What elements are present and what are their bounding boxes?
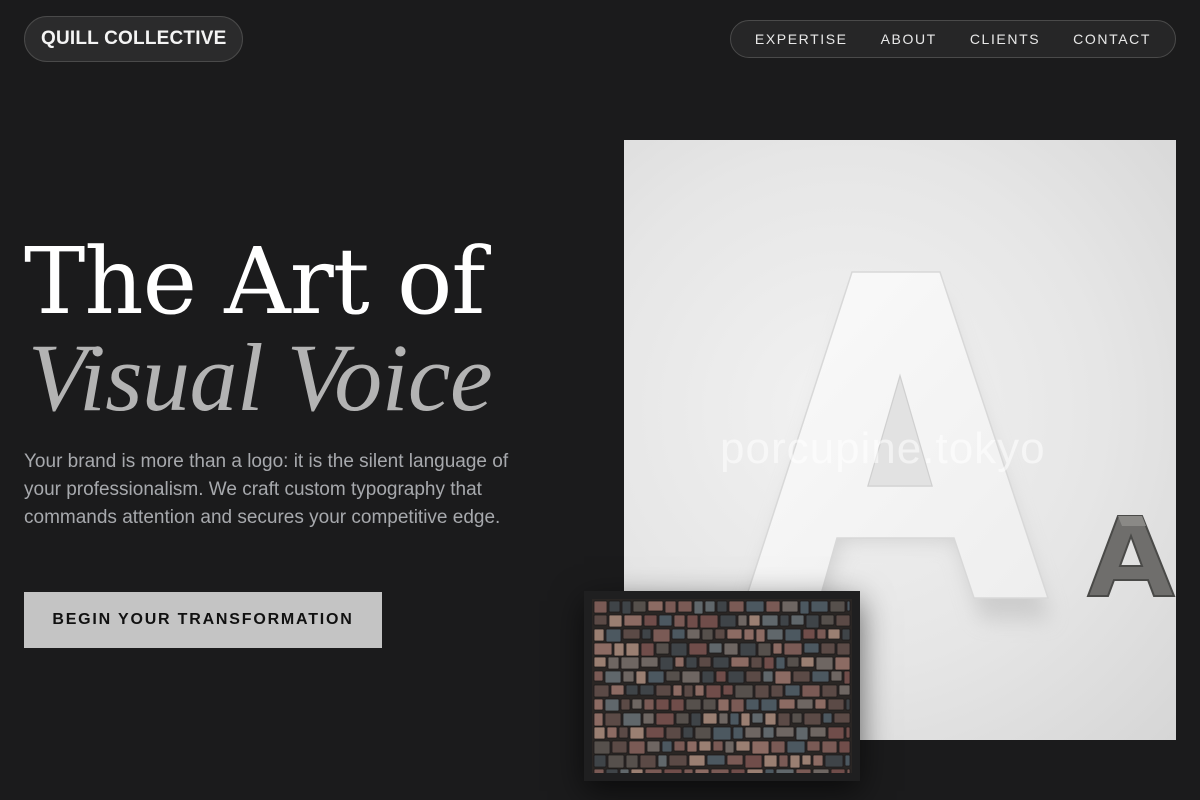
nav-item-clients[interactable]: CLIENTS (970, 31, 1040, 47)
brand-logo[interactable]: QUILL COLLECTIVE (24, 16, 244, 62)
hero-lead-paragraph: Your brand is more than a logo: it is th… (24, 451, 509, 528)
begin-transformation-button[interactable]: BEGIN YOUR TRANSFORMATION (24, 592, 382, 648)
main-nav: EXPERTISE ABOUT CLIENTS CONTACT (729, 20, 1176, 58)
hero-title-line2: Visual Voice (28, 324, 493, 431)
nav-item-about[interactable]: ABOUT (881, 31, 937, 47)
watermark-text: porcupine.tokyo (720, 424, 1046, 473)
nav-item-contact[interactable]: CONTACT (1073, 31, 1151, 47)
small-metal-letter (1086, 515, 1176, 597)
letterpress-blocks-image (592, 599, 852, 773)
hero-title-line1: The Art of (24, 228, 485, 335)
nav-item-expertise[interactable]: EXPERTISE (755, 31, 848, 47)
secondary-image-card (584, 591, 860, 781)
